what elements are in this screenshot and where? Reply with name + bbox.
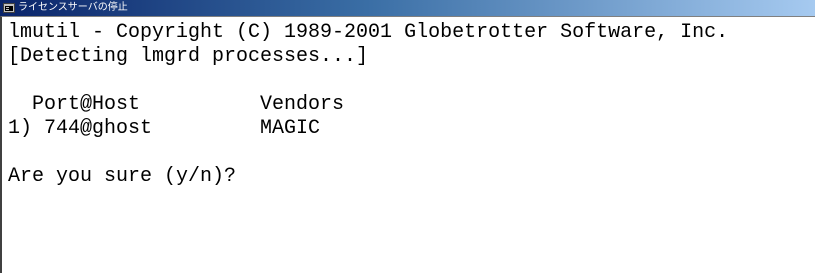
console-line-detecting: [Detecting lmgrd processes...] [8,45,369,68]
console-window: ライセンスサーバの停止 lmutil - Copyright (C) 1989-… [0,0,815,273]
console-line-copyright: lmutil - Copyright (C) 1989-2001 Globetr… [8,21,729,44]
console-line-server-1: 1) 744@ghost MAGIC [8,117,321,140]
console-line-prompt[interactable]: Are you sure (y/n)? [8,165,815,189]
console-line-header: Port@Host Vendors [8,93,345,116]
console-output[interactable]: lmutil - Copyright (C) 1989-2001 Globetr… [0,16,815,273]
title-bar[interactable]: ライセンスサーバの停止 [0,0,815,16]
console-window-icon[interactable] [3,3,15,13]
window-title: ライセンスサーバの停止 [18,2,128,13]
